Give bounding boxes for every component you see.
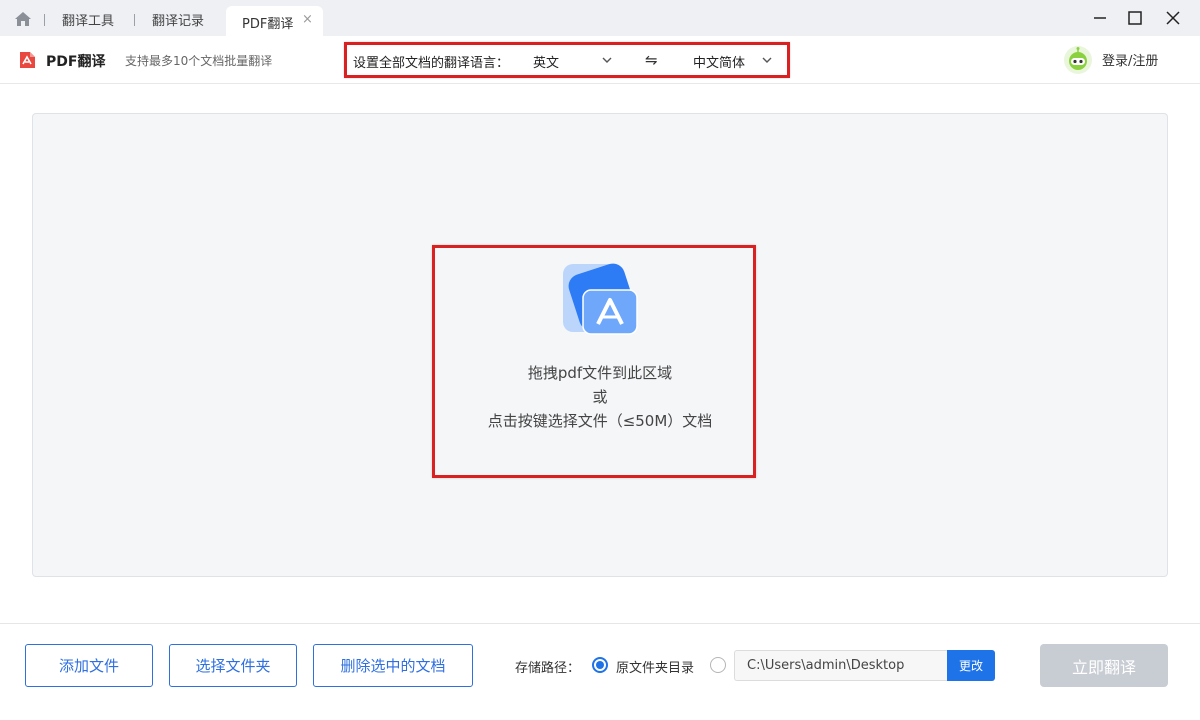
chevron-down-icon[interactable] bbox=[761, 55, 773, 65]
close-icon[interactable] bbox=[1159, 6, 1187, 30]
page-subtitle: 支持最多10个文档批量翻译 bbox=[125, 54, 273, 68]
save-path-label: 存储路径： bbox=[515, 661, 581, 676]
custom-path-radio[interactable] bbox=[710, 657, 726, 673]
drop-hint-or: 或 bbox=[592, 388, 608, 406]
robot-avatar-icon[interactable] bbox=[1063, 45, 1093, 75]
login-register-link[interactable]: 登录/注册 bbox=[1102, 50, 1158, 69]
drop-hint-click: 点击按键选择文件（≤50M）文档 bbox=[487, 412, 713, 430]
tab-pdf-translate[interactable]: PDF翻译 × bbox=[226, 6, 323, 36]
original-dir-label[interactable]: 原文件夹目录 bbox=[616, 657, 694, 676]
swap-languages-icon[interactable]: ⇋ bbox=[645, 51, 658, 69]
source-language-select[interactable]: 英文 bbox=[533, 52, 559, 71]
language-settings-label: 设置全部文档的翻译语言： bbox=[353, 56, 510, 71]
original-dir-radio[interactable] bbox=[592, 657, 608, 673]
toolbar-header: PDF翻译 支持最多10个文档批量翻译 设置全部文档的翻译语言： 英文 ⇋ 中文… bbox=[0, 36, 1200, 84]
pdf-upload-icon[interactable] bbox=[561, 262, 639, 336]
tab-translate-tool[interactable]: 翻译工具 bbox=[62, 10, 114, 29]
page-title: PDF翻译 bbox=[46, 54, 106, 70]
tab-pdf-translate-label: PDF翻译 bbox=[242, 17, 294, 32]
pdf-logo-icon bbox=[20, 52, 35, 68]
minimize-icon[interactable] bbox=[1086, 6, 1114, 30]
target-language-select[interactable]: 中文简体 bbox=[693, 52, 745, 71]
home-icon[interactable] bbox=[14, 11, 32, 27]
chevron-down-icon[interactable] bbox=[601, 55, 613, 65]
translate-now-button[interactable]: 立即翻译 bbox=[1040, 644, 1168, 687]
tab-separator bbox=[134, 14, 135, 26]
tab-separator bbox=[44, 14, 45, 26]
language-settings: 设置全部文档的翻译语言： 英文 ⇋ 中文简体 bbox=[344, 42, 790, 78]
drop-hint-drag: 拖拽pdf文件到此区域 bbox=[527, 364, 673, 382]
tab-bar: 翻译工具 翻译记录 PDF翻译 × bbox=[0, 0, 1200, 36]
choose-folder-button[interactable]: 选择文件夹 bbox=[169, 644, 297, 687]
delete-selected-button[interactable]: 删除选中的文档 bbox=[313, 644, 473, 687]
tab-translate-history[interactable]: 翻译记录 bbox=[152, 10, 204, 29]
save-path-input[interactable]: C:\Users\admin\Desktop bbox=[734, 650, 948, 681]
tab-close-icon[interactable]: × bbox=[302, 12, 313, 27]
change-path-button[interactable]: 更改 bbox=[947, 650, 995, 681]
add-file-button[interactable]: 添加文件 bbox=[25, 644, 153, 687]
maximize-icon[interactable] bbox=[1121, 6, 1149, 30]
